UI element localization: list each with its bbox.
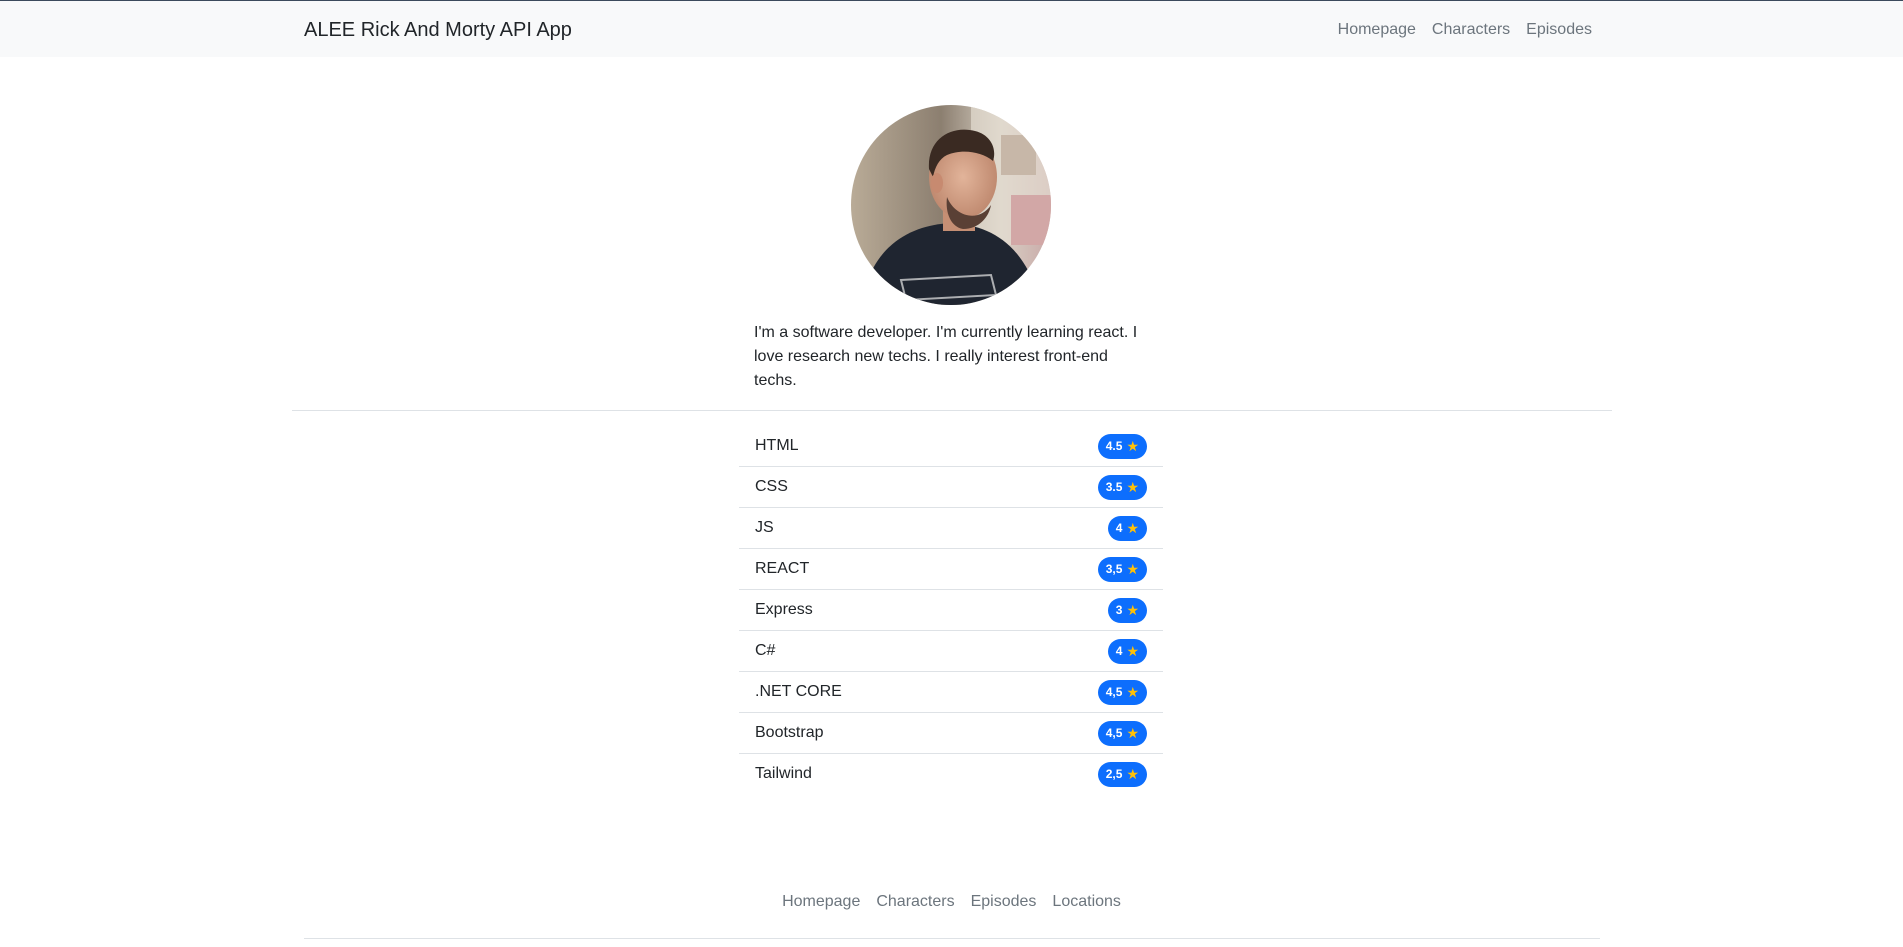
star-icon: ★	[1126, 643, 1139, 659]
footer-divider	[304, 938, 1600, 939]
star-icon: ★	[1126, 520, 1139, 536]
star-icon: ★	[1126, 602, 1139, 618]
profile-photo	[851, 105, 1051, 305]
star-icon: ★	[1126, 438, 1139, 454]
rating-badge: 3 ★	[1107, 597, 1147, 623]
list-item: Bootstrap 4,5 ★	[739, 713, 1163, 754]
star-icon: ★	[1126, 725, 1139, 741]
section-divider	[292, 410, 1612, 411]
nav-links: Homepage Characters Episodes	[1338, 20, 1592, 40]
footer-link-episodes[interactable]: Episodes	[971, 892, 1037, 912]
rating-badge: 4.5 ★	[1097, 433, 1147, 459]
list-item: Express 3 ★	[739, 590, 1163, 631]
rating-badge: 3.5 ★	[1097, 474, 1147, 500]
skill-name: HTML	[755, 437, 799, 454]
skill-name: REACT	[755, 560, 810, 577]
star-icon: ★	[1126, 684, 1139, 700]
star-icon: ★	[1126, 561, 1139, 577]
skill-name: CSS	[755, 478, 788, 495]
list-item: CSS 3.5 ★	[739, 467, 1163, 508]
rating-badge: 4,5 ★	[1097, 720, 1147, 746]
rating-value: 3.5	[1105, 480, 1123, 494]
skill-name: Bootstrap	[755, 724, 824, 741]
rating-badge: 3,5 ★	[1097, 556, 1147, 582]
list-item: HTML 4.5 ★	[739, 426, 1163, 467]
skill-name: Express	[755, 601, 813, 618]
footer-link-locations[interactable]: Locations	[1052, 892, 1121, 912]
skill-name: JS	[755, 519, 774, 536]
rating-value: 3	[1115, 603, 1123, 617]
rating-value: 4.5	[1105, 439, 1123, 453]
footer-link-characters[interactable]: Characters	[876, 892, 954, 912]
rating-value: 4,5	[1105, 726, 1123, 740]
rating-value: 4	[1115, 521, 1123, 535]
list-item: Tailwind 2,5 ★	[739, 754, 1163, 794]
brand-link[interactable]: ALEE Rick And Morty API App	[304, 18, 572, 42]
rating-value: 2,5	[1105, 767, 1123, 781]
profile-avatar	[851, 105, 1051, 305]
rating-badge: 4 ★	[1107, 515, 1147, 541]
skills-list: HTML 4.5 ★ CSS 3.5 ★ JS 4 ★ REACT 3,5 ★	[739, 426, 1163, 794]
page: ALEE Rick And Morty API App Homepage Cha…	[0, 0, 1903, 947]
star-icon: ★	[1126, 766, 1139, 782]
footer-link-homepage[interactable]: Homepage	[782, 892, 860, 912]
star-icon: ★	[1126, 479, 1139, 495]
nav-link-episodes[interactable]: Episodes	[1526, 20, 1592, 40]
skill-name: .NET CORE	[755, 683, 842, 700]
skill-name: C#	[755, 642, 776, 659]
profile-bio: I'm a software developer. I'm currently …	[754, 324, 1138, 389]
list-item: JS 4 ★	[739, 508, 1163, 549]
footer-nav: Homepage Characters Episodes Locations	[0, 892, 1903, 912]
skill-name: Tailwind	[755, 765, 812, 782]
list-item: C# 4 ★	[739, 631, 1163, 672]
nav-link-characters[interactable]: Characters	[1432, 20, 1510, 40]
rating-value: 4,5	[1105, 685, 1123, 699]
rating-value: 4	[1115, 644, 1123, 658]
rating-badge: 4,5 ★	[1097, 679, 1147, 705]
navbar: ALEE Rick And Morty API App Homepage Cha…	[0, 1, 1903, 57]
rating-badge: 2,5 ★	[1097, 761, 1147, 787]
rating-value: 3,5	[1105, 562, 1123, 576]
list-item: REACT 3,5 ★	[739, 549, 1163, 590]
rating-badge: 4 ★	[1107, 638, 1147, 664]
list-item: .NET CORE 4,5 ★	[739, 672, 1163, 713]
nav-link-homepage[interactable]: Homepage	[1338, 20, 1416, 40]
